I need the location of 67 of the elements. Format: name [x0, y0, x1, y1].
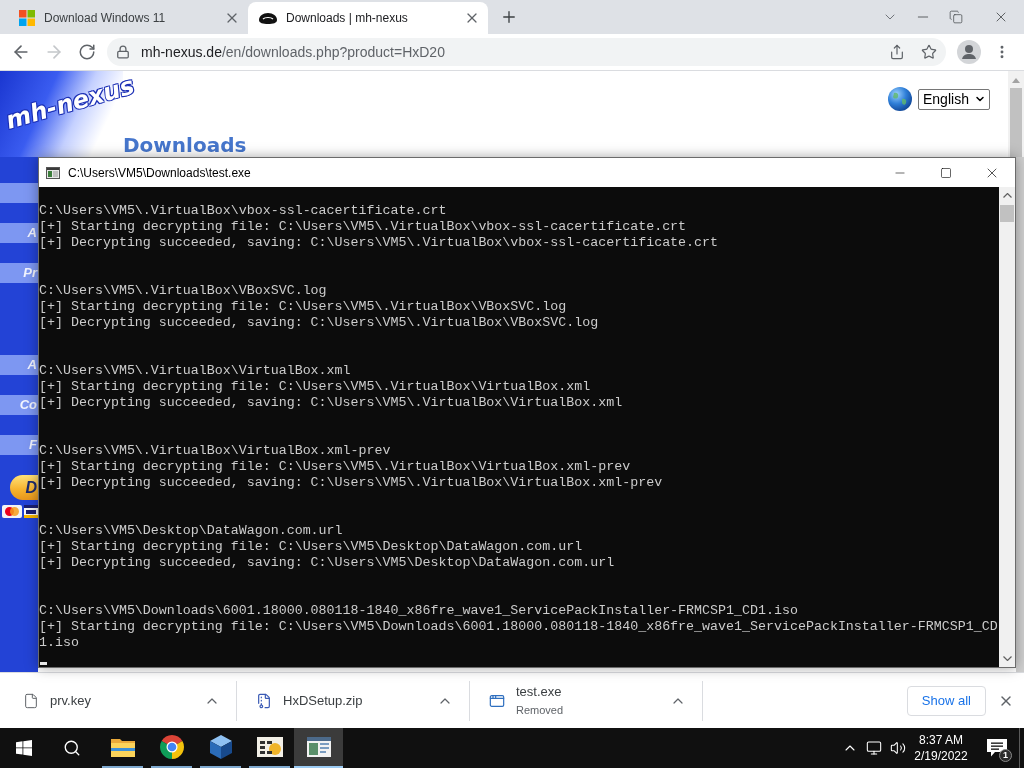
- console-line: C:\Users\VM5\.VirtualBox\VBoxSVC.log: [39, 283, 327, 299]
- console-line: [+] Starting decrypting file: C:\Users\VM5\.VirtualBox\VirtualBox.xml-prev: [39, 459, 631, 475]
- download-item[interactable]: test.exe Removed: [470, 677, 702, 724]
- squares-logo-icon: [19, 10, 35, 26]
- user-avatar-icon[interactable]: [957, 40, 981, 64]
- language-select[interactable]: English: [918, 88, 990, 110]
- text-cursor-icon: [40, 662, 47, 665]
- plus-icon[interactable]: [500, 8, 518, 26]
- scrollbar-thumb[interactable]: [1000, 205, 1014, 222]
- folder-icon: [110, 737, 135, 757]
- cube-icon: [209, 735, 232, 759]
- search-icon[interactable]: [63, 739, 81, 757]
- card-logo-icon: [2, 505, 22, 518]
- console-line: [+] Decrypting succeeded, saving: C:\Users\VM5\.VirtualBox\VirtualBox.xml-prev: [39, 475, 663, 491]
- console-window-icon: [46, 166, 60, 179]
- file-name: prv.key: [50, 692, 92, 709]
- download-item[interactable]: HxDSetup.zip: [237, 677, 469, 724]
- show-all-button[interactable]: Show all: [906, 685, 986, 716]
- app-tile-icon: [256, 737, 283, 757]
- window-title: C:\Users\VM5\Downloads\test.exe: [68, 164, 251, 182]
- monitor-icon[interactable]: [866, 740, 882, 756]
- console-line: [+] Starting decrypting file: C:\Users\VM5\.VirtualBox\VirtualBox.xml: [39, 379, 591, 395]
- download-item[interactable]: prv.key: [4, 677, 236, 724]
- taskbar-app-button[interactable]: [294, 728, 343, 768]
- browser-tab[interactable]: Downloads | mh-nexus: [248, 2, 488, 34]
- star-icon[interactable]: [921, 44, 937, 60]
- address-bar[interactable]: mh-nexus.de/en/downloads.php?product=HxD20: [107, 38, 946, 66]
- console-line: C:\Users\VM5\.VirtualBox\VirtualBox.xml-prev: [39, 443, 391, 459]
- file-icon: [23, 692, 39, 709]
- share-icon[interactable]: [889, 44, 905, 60]
- notification-badge: 1: [999, 749, 1012, 762]
- notification-icon[interactable]: [987, 739, 1007, 757]
- favicon-icon: [259, 12, 277, 24]
- chrome-logo-icon: [159, 735, 184, 759]
- app-window-icon: [489, 692, 505, 709]
- console-line: [+] Starting decrypting file: C:\Users\VM5\.VirtualBox\VBoxSVC.log: [39, 299, 567, 315]
- console-line: [+] Decrypting succeeded, saving: C:\Users\VM5\Desktop\DataWagon.com.url: [39, 555, 615, 571]
- file-name: test.exe: [516, 683, 563, 700]
- globe-icon: [888, 87, 912, 111]
- console-line: C:\Users\VM5\Desktop\DataWagon.com.url: [39, 523, 343, 539]
- clock-time: 8:37 AM: [919, 732, 963, 748]
- arrow-down-icon[interactable]: [1002, 656, 1012, 661]
- console-window-icon: [306, 737, 331, 757]
- console-line: C:\Users\VM5\.VirtualBox\vbox-ssl-cacertificate.crt: [39, 203, 447, 219]
- archive-file-icon: [256, 692, 272, 709]
- lock-icon: [116, 45, 130, 59]
- console-line: [+] Starting decrypting file: C:\Users\VM5\Desktop\DataWagon.com.url: [39, 539, 583, 555]
- console-line: [+] Starting decrypting file: C:\Users\VM5\.VirtualBox\vbox-ssl-cacertificate.crt: [39, 219, 687, 235]
- maximize-icon[interactable]: [940, 166, 952, 179]
- restore-icon[interactable]: [949, 10, 963, 24]
- reload-icon[interactable]: [78, 43, 96, 61]
- scrollbar-thumb[interactable]: [1010, 88, 1022, 157]
- arrow-up-icon[interactable]: [1002, 193, 1012, 198]
- console-line: [+] Decrypting succeeded, saving: C:\Users\VM5\.VirtualBox\VBoxSVC.log: [39, 315, 599, 331]
- console-line: [+] Decrypting succeeded, saving: C:\Users\VM5\.VirtualBox\vbox-ssl-cacertificate.crt: [39, 235, 719, 251]
- windows-logo-icon[interactable]: [16, 740, 32, 756]
- file-name: HxDSetup.zip: [283, 692, 364, 709]
- browser-tab[interactable]: Download Windows 11: [8, 2, 248, 34]
- donate-button[interactable]: D: [10, 475, 38, 500]
- console-line: [+] Starting decrypting file: C:\Users\VM5\Downloads\6001.18000.080118-1840_x86fre_wave1_ServicePackInstaller-FRMCSP1_CD1.iso: [39, 619, 999, 651]
- console-line: C:\Users\VM5\Downloads\6001.18000.080118-1840_x86fre_wave1_ServicePackInstaller-FRMCSP1_CD1.iso: [39, 603, 798, 619]
- console-line: [+] Decrypting succeeded, saving: C:\Users\VM5\.VirtualBox\VirtualBox.xml: [39, 395, 623, 411]
- volume-icon[interactable]: [890, 740, 906, 756]
- page-heading: Downloads: [123, 134, 247, 157]
- console-line: C:\Users\VM5\.VirtualBox\VirtualBox.xml: [39, 363, 351, 379]
- download-status: Removed: [516, 703, 565, 718]
- clock-date: 2/19/2022: [914, 748, 968, 764]
